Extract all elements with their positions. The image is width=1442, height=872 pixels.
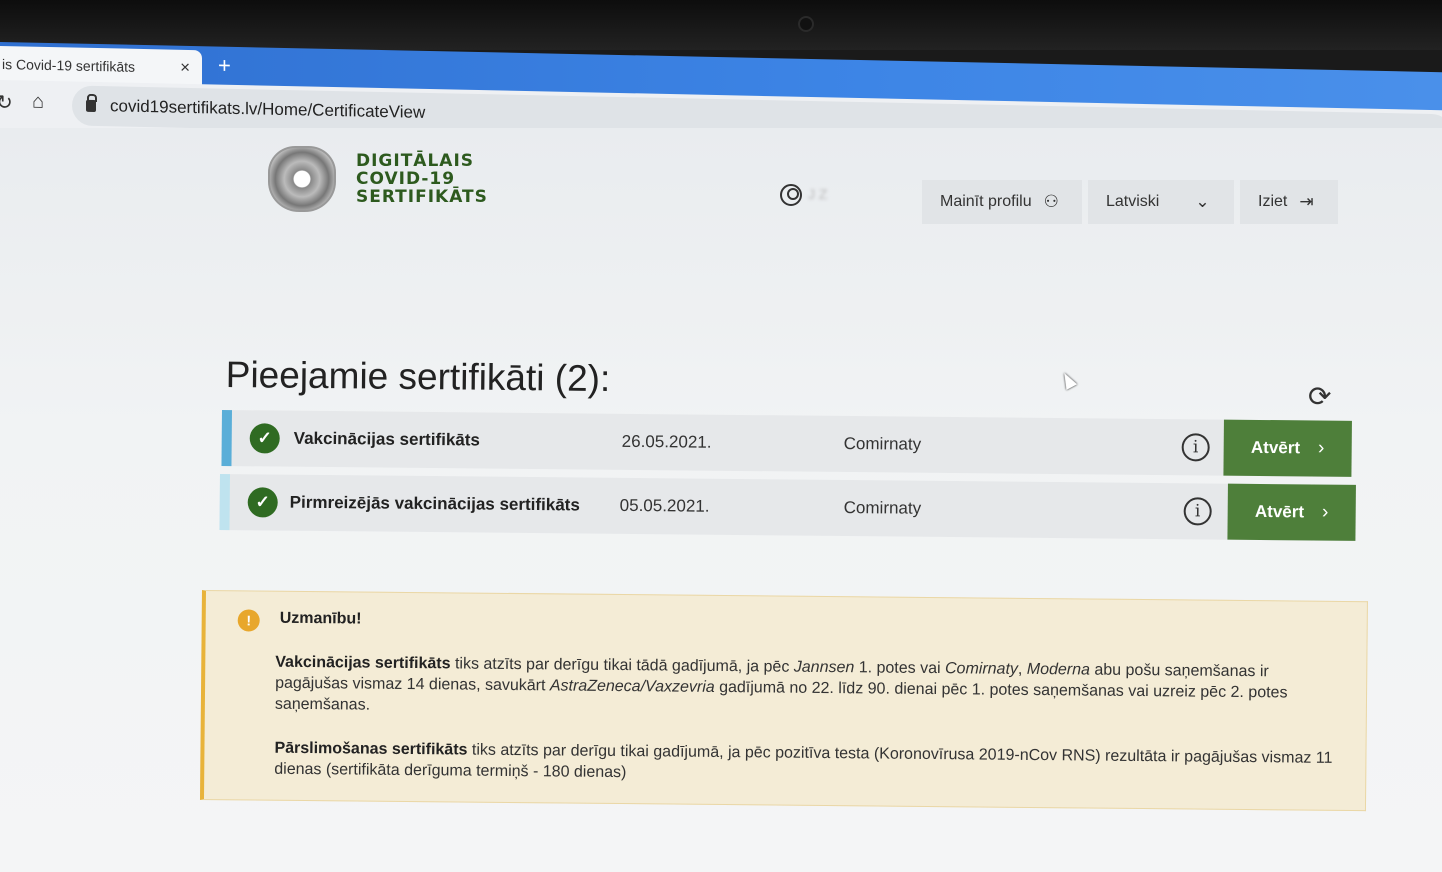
notice-italic: Jannsen (793, 658, 855, 677)
notice-text: 1. potes vai (854, 659, 946, 678)
row-accent (221, 410, 232, 467)
close-icon[interactable]: × (180, 58, 190, 78)
certificate-vaccine: Comirnaty (843, 433, 922, 454)
logo-line-2: COVID-19 (356, 169, 456, 189)
home-icon[interactable]: ⌂ (32, 91, 44, 114)
page-title: Pieejamie sertifikāti (2): (225, 354, 611, 400)
site-header: DIGITĀLAIS COVID-19 SERTIFIKĀTS J Z Main… (0, 128, 1442, 238)
certificate-vaccine: Comirnaty (843, 497, 922, 518)
language-label: Latviski (1106, 193, 1160, 210)
mouse-cursor-icon (1058, 370, 1078, 390)
check-icon: ✓ (247, 487, 278, 518)
refresh-icon[interactable]: ⟳ (1308, 380, 1331, 413)
tab-title: is Covid-19 sertifikāts (2, 56, 136, 75)
info-icon[interactable]: i (1183, 497, 1212, 526)
notice-paragraph-vaccination: Vakcinācijas sertifikāts tiks atzīts par… (275, 652, 1346, 725)
info-icon[interactable]: i (1181, 433, 1210, 462)
crest-icon (268, 146, 336, 212)
new-tab-icon[interactable]: + (218, 53, 231, 79)
open-button-label: Atvērt (1250, 437, 1301, 458)
warning-icon: ! (237, 609, 260, 632)
change-profile-label: Mainīt profilu (940, 193, 1032, 210)
open-button-label: Atvērt (1254, 501, 1305, 522)
warning-notice: ! Uzmanību! Vakcinācijas sertifikāts tik… (199, 590, 1368, 812)
laptop-bezel (0, 0, 1442, 50)
camera-icon (798, 16, 814, 32)
chevron-down-icon: ⌄ (1195, 192, 1210, 211)
certificate-row: ✓ Vakcinācijas sertifikāts 26.05.2021. C… (221, 410, 1352, 477)
user-icon (780, 184, 802, 206)
notice-bold-term: Pārslimošanas sertifikāts (274, 739, 468, 759)
notice-text: , (1017, 660, 1027, 678)
notice-bold-term: Vakcinācijas sertifikāts (275, 653, 451, 673)
page: DIGITĀLAIS COVID-19 SERTIFIKĀTS J Z Main… (0, 128, 1442, 872)
open-button[interactable]: Atvērt › (1227, 483, 1356, 541)
logo-line-1: DIGITĀLAIS (356, 151, 475, 171)
reload-icon[interactable]: ↻ (0, 90, 13, 115)
chevron-right-icon: › (1317, 437, 1325, 459)
certificate-date: 05.05.2021. (619, 495, 710, 516)
notice-title: Uzmanību! (279, 609, 362, 628)
open-button[interactable]: Atvērt › (1223, 419, 1352, 477)
user-name: J Z (808, 186, 828, 202)
notice-paragraph-recovery: Pārslimošanas sertifikāts tiks atzīts pa… (274, 738, 1344, 790)
row-accent (219, 474, 230, 531)
logout-button[interactable]: Iziet ⇥ (1240, 180, 1338, 224)
lock-icon (86, 99, 96, 113)
notice-italic: AstraZeneca/Vaxzevria (549, 677, 715, 696)
notice-italic: Moderna (1026, 660, 1091, 679)
notice-italic: Comirnaty (944, 660, 1019, 678)
language-select[interactable]: Latviski ⌄ (1088, 180, 1234, 224)
certificate-name: Vakcinācijas sertifikāts (293, 428, 481, 450)
chevron-right-icon: › (1321, 501, 1329, 523)
logo-text: DIGITĀLAIS COVID-19 SERTIFIKĀTS (356, 152, 488, 206)
check-icon: ✓ (249, 423, 280, 454)
change-profile-button[interactable]: Mainīt profilu ⚇ (922, 180, 1082, 224)
logo-line-3: SERTIFIKĀTS (356, 187, 488, 207)
logout-icon: ⇥ (1299, 192, 1314, 211)
site-logo[interactable]: DIGITĀLAIS COVID-19 SERTIFIKĀTS (268, 146, 488, 212)
certificate-date: 26.05.2021. (621, 431, 712, 452)
notice-text: tiks atzīts par derīgu tikai tādā gadīju… (450, 655, 794, 676)
certificate-name: Pirmreizējās vakcinācijas sertifikāts (289, 492, 580, 515)
certificate-row: ✓ Pirmreizējās vakcinācijas sertifikāts … (219, 474, 1356, 541)
users-icon: ⚇ (1043, 192, 1059, 211)
logout-label: Iziet (1258, 193, 1288, 210)
url-text: covid19sertifikats.lv/Home/CertificateVi… (110, 96, 426, 122)
